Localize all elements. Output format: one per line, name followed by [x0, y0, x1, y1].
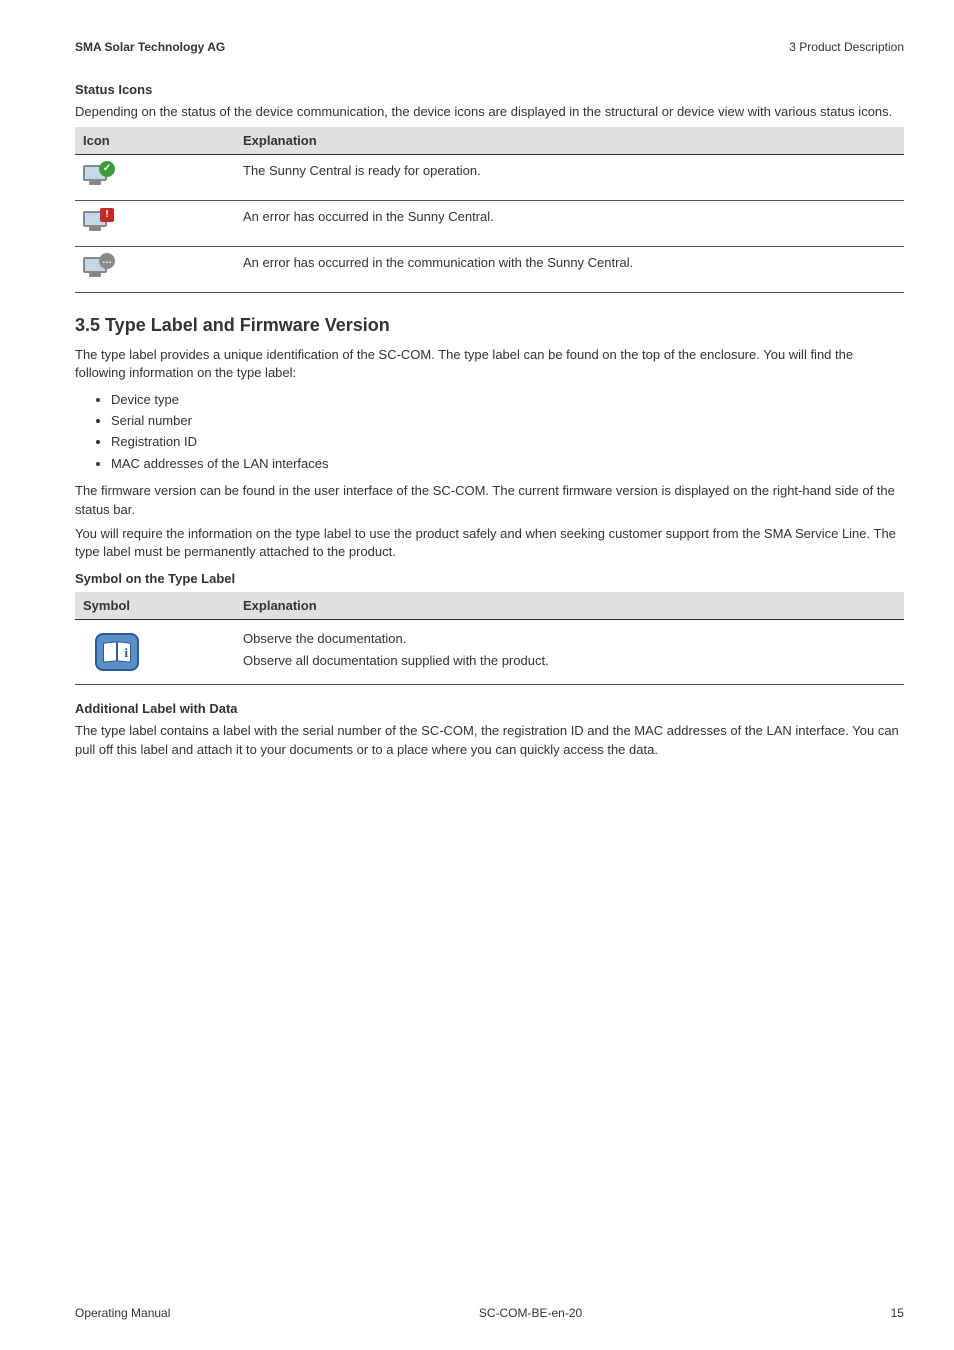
symbol-type-label-heading: Symbol on the Type Label — [75, 571, 904, 586]
explanation-cell: Observe the documentation. Observe all d… — [235, 620, 904, 685]
list-item: Device type — [111, 389, 904, 410]
section-3-5-para3: You will require the information on the … — [75, 525, 904, 561]
symbol-exp-line2: Observe all documentation supplied with … — [243, 652, 896, 670]
col-icon: Icon — [75, 127, 235, 155]
additional-label-heading: Additional Label with Data — [75, 701, 904, 716]
table-row: i Observe the documentation. Observe all… — [75, 620, 904, 685]
table-row: ! An error has occurred in the Sunny Cen… — [75, 201, 904, 247]
symbol-exp-line1: Observe the documentation. — [243, 630, 896, 648]
footer-left: Operating Manual — [75, 1306, 170, 1320]
page-header: SMA Solar Technology AG 3 Product Descri… — [75, 40, 904, 54]
communication-error-icon: … — [83, 255, 113, 281]
table-row: … An error has occurred in the communica… — [75, 247, 904, 293]
list-item: Registration ID — [111, 431, 904, 452]
page-footer: Operating Manual SC-COM-BE-en-20 15 — [75, 1306, 904, 1320]
device-ready-icon: ✓ — [83, 163, 113, 189]
status-icons-heading: Status Icons — [75, 82, 904, 97]
col-symbol: Symbol — [75, 592, 235, 620]
footer-right: 15 — [891, 1306, 904, 1320]
documentation-icon: i — [95, 633, 139, 671]
table-row: ✓ The Sunny Central is ready for operati… — [75, 155, 904, 201]
symbol-table: Symbol Explanation i Observe the documen… — [75, 592, 904, 685]
device-error-icon: ! — [83, 209, 113, 235]
footer-center: SC-COM-BE-en-20 — [479, 1306, 582, 1320]
col-explanation: Explanation — [235, 127, 904, 155]
section-3-5-heading: 3.5 Type Label and Firmware Version — [75, 315, 904, 336]
list-item: Serial number — [111, 410, 904, 431]
section-3-5-para1: The type label provides a unique identif… — [75, 346, 904, 382]
explanation-cell: The Sunny Central is ready for operation… — [235, 155, 904, 201]
status-icons-intro: Depending on the status of the device co… — [75, 103, 904, 121]
list-item: MAC addresses of the LAN interfaces — [111, 453, 904, 474]
type-label-bullets: Device type Serial number Registration I… — [111, 389, 904, 475]
header-company: SMA Solar Technology AG — [75, 40, 225, 54]
col-explanation: Explanation — [235, 592, 904, 620]
additional-label-para: The type label contains a label with the… — [75, 722, 904, 758]
header-section: 3 Product Description — [789, 40, 904, 54]
section-3-5-para2: The firmware version can be found in the… — [75, 482, 904, 518]
status-icons-table: Icon Explanation ✓ The Sunny Central is … — [75, 127, 904, 293]
explanation-cell: An error has occurred in the communicati… — [235, 247, 904, 293]
explanation-cell: An error has occurred in the Sunny Centr… — [235, 201, 904, 247]
